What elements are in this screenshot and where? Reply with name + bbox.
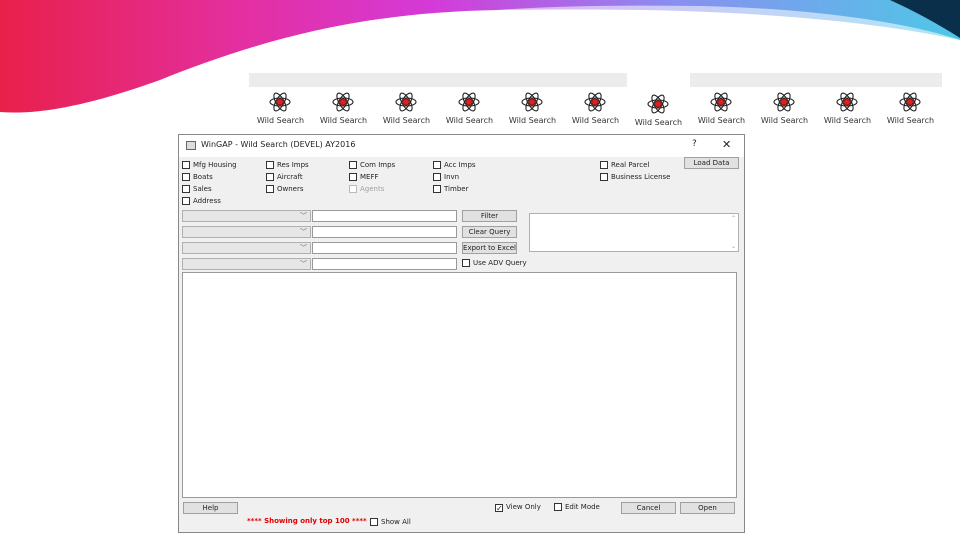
tile-label: Wild Search	[760, 116, 809, 125]
wild-search-tile[interactable]: Wild Search	[375, 73, 438, 131]
wild-search-tile[interactable]: Wild Search	[249, 73, 312, 131]
query-value-input-2[interactable]	[312, 226, 457, 238]
wild-search-tile[interactable]: Wild Search	[690, 73, 753, 131]
atom-icon	[521, 91, 543, 113]
checkbox-real-parcel[interactable]: Real Parcel	[600, 160, 649, 171]
atom-icon	[269, 91, 291, 113]
tile-label: Wild Search	[886, 116, 935, 125]
tile-label: Wild Search	[823, 116, 872, 125]
checkbox-timber[interactable]: Timber	[433, 184, 468, 195]
close-icon[interactable]: ✕	[722, 138, 731, 151]
scroll-down-icon[interactable]: ⌄	[731, 243, 736, 250]
wild-search-tile[interactable]: Wild Search	[753, 73, 816, 131]
tile-label: Wild Search	[382, 116, 431, 125]
atom-icon	[836, 91, 858, 113]
atom-icon	[584, 91, 606, 113]
query-value-input-1[interactable]	[312, 210, 457, 222]
window-title: WinGAP - Wild Search (DEVEL) AY2016	[201, 140, 356, 149]
help-question-icon[interactable]: ?	[692, 139, 697, 149]
tile-label: Wild Search	[508, 116, 557, 125]
query-field-select-1[interactable]: ﹀	[182, 210, 311, 222]
tile-label: Wild Search	[571, 116, 620, 125]
query-field-select-2[interactable]: ﹀	[182, 226, 311, 238]
open-button[interactable]: Open	[680, 502, 735, 514]
wild-search-window: WinGAP - Wild Search (DEVEL) AY2016 ? ✕ …	[178, 134, 745, 533]
checkbox-show-all[interactable]: Show All	[370, 517, 411, 528]
chevron-down-icon: ﹀	[300, 228, 307, 236]
checkbox-aircraft[interactable]: Aircraft	[266, 172, 303, 183]
wild-search-tile[interactable]: Wild Search	[564, 73, 627, 131]
checkbox-address[interactable]: Address	[182, 196, 221, 207]
checkbox-meff[interactable]: MEFF	[349, 172, 379, 183]
wild-search-tile[interactable]: Wild Search	[816, 73, 879, 131]
wild-search-tile[interactable]: Wild Search	[627, 73, 690, 131]
results-grid[interactable]	[182, 272, 737, 498]
tile-label: Wild Search	[445, 116, 494, 125]
atom-icon	[395, 91, 417, 113]
checkbox-agents: Agents	[349, 184, 384, 195]
checkbox-mfg-housing[interactable]: Mfg Housing	[182, 160, 237, 171]
filter-button[interactable]: Filter	[462, 210, 517, 222]
chevron-down-icon: ﹀	[300, 260, 307, 268]
wild-search-tile[interactable]: Wild Search	[312, 73, 375, 131]
atom-icon	[710, 91, 732, 113]
checkbox-edit-mode[interactable]: Edit Mode	[554, 502, 600, 513]
checkbox-res-imps[interactable]: Res Imps	[266, 160, 309, 171]
atom-icon	[458, 91, 480, 113]
wild-search-tile[interactable]: Wild Search	[501, 73, 564, 131]
query-field-select-4[interactable]: ﹀	[182, 258, 311, 270]
checkbox-sales[interactable]: Sales	[182, 184, 212, 195]
checkbox-business-license[interactable]: Business License	[600, 172, 670, 183]
query-value-input-3[interactable]	[312, 242, 457, 254]
checkbox-boats[interactable]: Boats	[182, 172, 213, 183]
wild-search-tile-strip: Wild Search Wild Search Wild Search Wild Se…	[249, 73, 943, 131]
load-data-button[interactable]: Load Data	[684, 157, 739, 169]
checkbox-invn[interactable]: Invn	[433, 172, 459, 183]
status-message: **** Showing only top 100 ****	[247, 517, 367, 525]
tile-label: Wild Search	[634, 118, 683, 127]
cancel-button[interactable]: Cancel	[621, 502, 676, 514]
checkbox-view-only[interactable]: View Only	[495, 502, 541, 513]
scroll-up-icon[interactable]: ⌃	[731, 215, 736, 222]
tile-label: Wild Search	[256, 116, 305, 125]
atom-icon	[899, 91, 921, 113]
wild-search-tile[interactable]: Wild Search	[879, 73, 942, 131]
atom-icon	[647, 93, 669, 115]
tile-label: Wild Search	[697, 116, 746, 125]
tile-label: Wild Search	[319, 116, 368, 125]
help-button[interactable]: Help	[183, 502, 238, 514]
checkbox-owners[interactable]: Owners	[266, 184, 304, 195]
wild-search-tile[interactable]: Wild Search	[438, 73, 501, 131]
query-value-input-4[interactable]	[312, 258, 457, 270]
checkbox-use-adv-query[interactable]: Use ADV Query	[462, 258, 527, 269]
export-excel-button[interactable]: Export to Excel	[462, 242, 517, 254]
clear-query-button[interactable]: Clear Query	[462, 226, 517, 238]
atom-icon	[773, 91, 795, 113]
chevron-down-icon: ﹀	[300, 244, 307, 252]
query-memo-box[interactable]: ⌃ ⌄	[529, 213, 739, 252]
app-icon	[186, 141, 196, 150]
query-field-select-3[interactable]: ﹀	[182, 242, 311, 254]
checkbox-com-imps[interactable]: Com Imps	[349, 160, 395, 171]
atom-icon	[332, 91, 354, 113]
checkbox-acc-imps[interactable]: Acc Imps	[433, 160, 476, 171]
window-titlebar: WinGAP - Wild Search (DEVEL) AY2016 ? ✕	[179, 135, 744, 157]
chevron-down-icon: ﹀	[300, 212, 307, 220]
